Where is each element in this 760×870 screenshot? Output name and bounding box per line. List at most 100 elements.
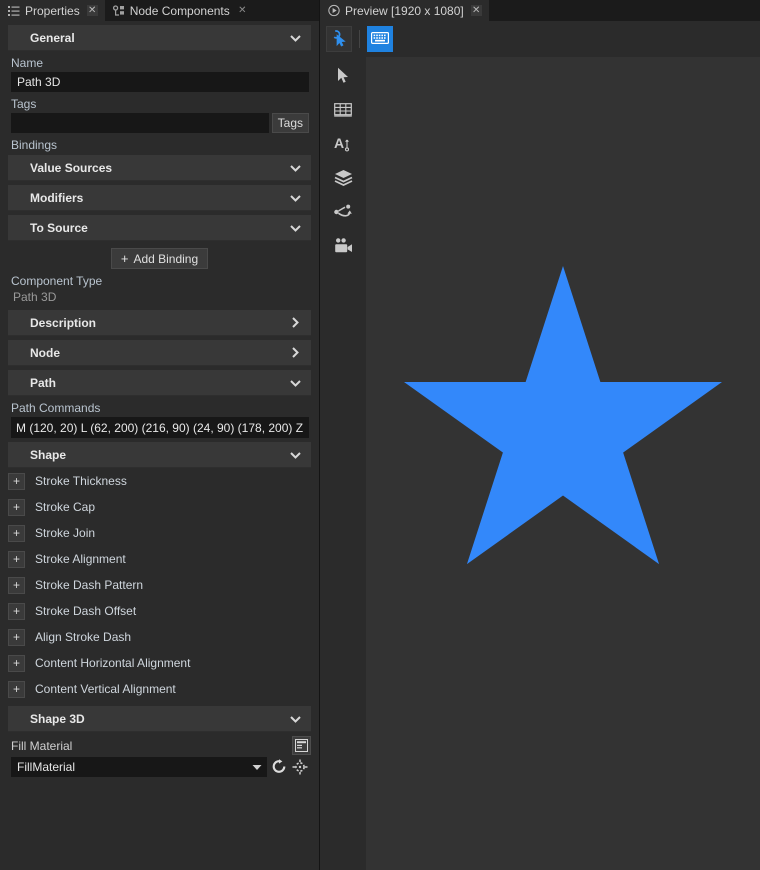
fill-material-dropdown[interactable]: FillMaterial <box>11 757 267 777</box>
add-property-icon[interactable]: + <box>8 681 25 698</box>
layers-tool[interactable] <box>330 167 356 191</box>
tab-preview[interactable]: Preview [1920 x 1080] ✕ <box>320 0 489 21</box>
node-branch-icon <box>334 204 353 223</box>
component-type-label: Component Type <box>0 269 319 290</box>
path-commands-input[interactable]: M (120, 20) L (62, 200) (216, 90) (24, 9… <box>11 417 309 438</box>
property-row-align-stroke-dash[interactable]: + Align Stroke Dash <box>0 624 319 650</box>
tags-row: Tags <box>11 113 309 133</box>
property-label: Content Horizontal Alignment <box>35 656 190 670</box>
touch-cursor-tool[interactable] <box>326 26 352 52</box>
add-property-icon[interactable]: + <box>8 473 25 490</box>
add-property-icon[interactable]: + <box>8 525 25 542</box>
play-circle-icon <box>328 5 340 17</box>
property-row-stroke-join[interactable]: + Stroke Join <box>0 520 319 546</box>
tags-input[interactable] <box>11 113 269 133</box>
virtual-keyboard-tool[interactable] <box>367 26 393 52</box>
section-header-shape-3d[interactable]: Shape 3D <box>8 706 311 732</box>
section-header-node[interactable]: Node <box>8 340 311 366</box>
fill-material-value: FillMaterial <box>17 760 75 774</box>
property-row-stroke-dash-offset[interactable]: + Stroke Dash Offset <box>0 598 319 624</box>
tab-preview-label: Preview [1920 x 1080] <box>345 4 464 18</box>
table-grid-icon <box>334 102 352 120</box>
property-row-content-horizontal-alignment[interactable]: + Content Horizontal Alignment <box>0 650 319 676</box>
preview-side-toolbar: A <box>320 57 366 870</box>
material-properties-icon[interactable] <box>292 736 311 755</box>
tab-properties-label: Properties <box>25 4 80 18</box>
bindings-label: Bindings <box>0 133 319 154</box>
chevron-right-icon <box>289 317 301 329</box>
preview-tabstrip: Preview [1920 x 1080] ✕ <box>320 0 760 21</box>
add-property-icon[interactable]: + <box>8 551 25 568</box>
tab-preview-close-icon[interactable]: ✕ <box>471 5 482 16</box>
property-row-stroke-alignment[interactable]: + Stroke Alignment <box>0 546 319 572</box>
property-label: Stroke Join <box>35 526 95 540</box>
star-shape[interactable] <box>404 266 722 564</box>
tab-properties-close-icon[interactable]: ✕ <box>87 5 98 16</box>
property-row-content-vertical-alignment[interactable]: + Content Vertical Alignment <box>0 676 319 702</box>
add-property-icon[interactable]: + <box>8 603 25 620</box>
section-header-value-sources[interactable]: Value Sources <box>8 155 311 181</box>
star-polygon[interactable] <box>404 266 722 564</box>
property-label: Stroke Dash Offset <box>35 604 136 618</box>
fill-material-label-row: Fill Material <box>0 732 319 757</box>
add-binding-row: + Add Binding <box>0 248 319 269</box>
section-description-label: Description <box>30 316 96 330</box>
add-property-icon[interactable]: + <box>8 499 25 516</box>
component-type-value: Path 3D <box>0 290 319 306</box>
properties-panel: Properties ✕ Node Components ✕ <box>0 0 320 870</box>
section-value-sources-label: Value Sources <box>30 161 112 175</box>
tab-properties[interactable]: Properties ✕ <box>0 0 105 21</box>
section-shape-3d-label: Shape 3D <box>30 712 85 726</box>
chevron-down-icon <box>289 713 301 725</box>
section-header-general[interactable]: General <box>8 25 311 51</box>
property-label: Align Stroke Dash <box>35 630 131 644</box>
preview-stage[interactable] <box>366 57 760 870</box>
name-row <box>11 72 309 92</box>
grid-tool[interactable] <box>330 99 356 123</box>
property-label: Stroke Cap <box>35 500 95 514</box>
tab-node-components[interactable]: Node Components ✕ <box>105 0 255 21</box>
tags-button[interactable]: Tags <box>272 113 309 133</box>
tab-node-components-close-icon[interactable]: ✕ <box>237 5 248 16</box>
chevron-down-icon <box>289 449 301 461</box>
add-property-icon[interactable]: + <box>8 577 25 594</box>
section-to-source-label: To Source <box>30 221 88 235</box>
arrow-pointer-icon <box>336 67 351 87</box>
section-header-shape[interactable]: Shape <box>8 442 311 468</box>
path-commands-label: Path Commands <box>0 396 319 417</box>
section-header-description[interactable]: Description <box>8 310 311 336</box>
target-picker-icon[interactable] <box>291 758 309 776</box>
chevron-down-icon <box>289 32 301 44</box>
add-binding-label: Add Binding <box>133 252 198 266</box>
property-label: Stroke Alignment <box>35 552 126 566</box>
add-property-icon[interactable]: + <box>8 655 25 672</box>
star-holder <box>366 57 760 870</box>
chevron-down-icon <box>251 761 263 773</box>
shape-properties-list: + Stroke Thickness + Stroke Cap + Stroke… <box>0 468 319 702</box>
camera-tool[interactable] <box>330 235 356 259</box>
name-input[interactable] <box>11 72 309 92</box>
text-A-icon: A <box>334 135 352 156</box>
preview-panel: Preview [1920 x 1080] ✕ <box>320 0 760 870</box>
node-graph-icon <box>113 5 125 17</box>
property-row-stroke-cap[interactable]: + Stroke Cap <box>0 494 319 520</box>
section-header-path[interactable]: Path <box>8 370 311 396</box>
fill-material-label: Fill Material <box>11 739 72 753</box>
section-header-to-source[interactable]: To Source <box>8 215 311 241</box>
revert-arrow-icon[interactable] <box>270 758 288 776</box>
property-row-stroke-thickness[interactable]: + Stroke Thickness <box>0 468 319 494</box>
property-row-stroke-dash-pattern[interactable]: + Stroke Dash Pattern <box>0 572 319 598</box>
section-path-label: Path <box>30 376 56 390</box>
section-header-modifiers[interactable]: Modifiers <box>8 185 311 211</box>
property-label: Stroke Thickness <box>35 474 127 488</box>
preview-stage-wrap: A <box>320 57 760 870</box>
select-tool[interactable] <box>330 65 356 89</box>
add-binding-button[interactable]: + Add Binding <box>111 248 208 269</box>
list-icon <box>8 5 20 17</box>
text-tool[interactable]: A <box>330 133 356 157</box>
node-tree-tool[interactable] <box>330 201 356 225</box>
chevron-right-icon <box>289 347 301 359</box>
add-property-icon[interactable]: + <box>8 629 25 646</box>
svg-text:A: A <box>334 135 344 151</box>
tags-label: Tags <box>0 92 319 113</box>
